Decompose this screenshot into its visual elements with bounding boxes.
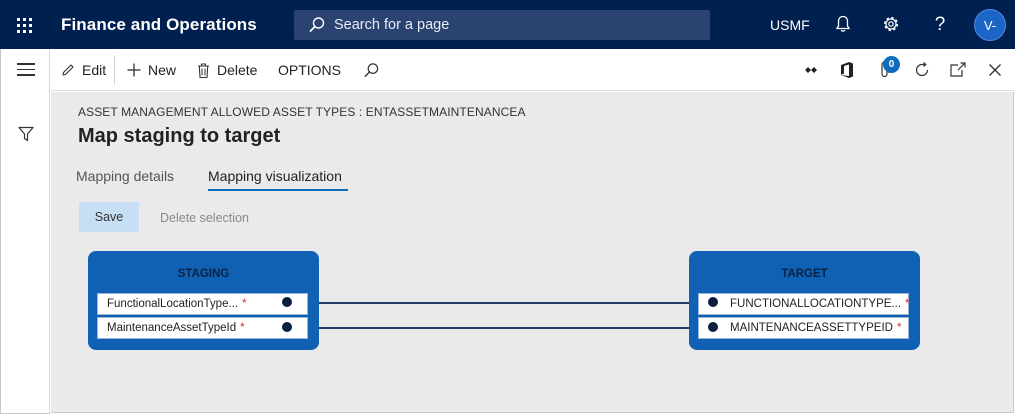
required-indicator: * bbox=[240, 322, 245, 334]
target-field-row[interactable]: FUNCTIONALLOCATIONTYPE... * bbox=[698, 293, 910, 315]
required-indicator: * bbox=[905, 298, 910, 310]
target-entity-box: TARGET FUNCTIONALLOCATIONTYPE... * MAINT… bbox=[689, 251, 920, 350]
notifications-icon[interactable] bbox=[831, 12, 855, 36]
pencil-icon bbox=[62, 64, 74, 76]
mapping-connector[interactable] bbox=[288, 327, 714, 329]
tab-mapping-details[interactable]: Mapping details bbox=[76, 168, 174, 184]
staging-field-row[interactable]: FunctionalLocationType... * bbox=[97, 293, 308, 315]
search-box[interactable] bbox=[294, 10, 710, 40]
required-indicator: * bbox=[242, 298, 247, 310]
staging-connector-dot[interactable] bbox=[282, 322, 292, 332]
new-button[interactable]: New bbox=[126, 61, 176, 79]
required-indicator: * bbox=[896, 322, 902, 334]
settings-gear-icon[interactable] bbox=[879, 12, 903, 36]
attachments-count-badge: 0 bbox=[883, 56, 900, 73]
user-avatar[interactable]: V- bbox=[974, 9, 1006, 41]
save-button[interactable]: Save bbox=[79, 202, 139, 232]
tab-mapping-visualization[interactable]: Mapping visualization bbox=[208, 168, 342, 184]
mapping-connector[interactable] bbox=[288, 302, 714, 304]
page-title: Map staging to target bbox=[78, 125, 281, 147]
open-in-new-window-icon[interactable] bbox=[948, 60, 968, 80]
target-field-name: MAINTENANCEASSETTYPEID bbox=[730, 322, 893, 334]
search-icon bbox=[364, 62, 379, 77]
left-navigation-rail bbox=[0, 49, 50, 414]
mapping-content: ASSET MANAGEMENT ALLOWED ASSET TYPES : E… bbox=[51, 92, 1014, 413]
close-icon[interactable] bbox=[985, 60, 1005, 80]
target-connector-dot[interactable] bbox=[708, 297, 718, 307]
hamburger-menu-icon[interactable] bbox=[17, 63, 35, 77]
plus-icon bbox=[127, 63, 141, 77]
office-icon[interactable] bbox=[837, 60, 857, 80]
staging-title: STAGING bbox=[177, 268, 230, 280]
target-connector-dot[interactable] bbox=[708, 322, 718, 332]
app-title[interactable]: Finance and Operations bbox=[61, 15, 257, 35]
staging-field-row[interactable]: MaintenanceAssetTypeId * bbox=[97, 317, 308, 339]
top-bar: Finance and Operations USMF ? V- bbox=[0, 0, 1015, 49]
action-pane: Edit New Delete OPTIONS bbox=[51, 49, 1014, 91]
entity-caption: ASSET MANAGEMENT ALLOWED ASSET TYPES : E… bbox=[78, 105, 526, 119]
trash-icon bbox=[198, 62, 209, 78]
staging-field-name: MaintenanceAssetTypeId bbox=[107, 322, 237, 334]
search-input[interactable] bbox=[334, 15, 694, 35]
delete-selection-button[interactable]: Delete selection bbox=[160, 211, 249, 225]
action-search-button[interactable] bbox=[363, 61, 386, 79]
staging-field-name: FunctionalLocationType... bbox=[107, 298, 239, 310]
staging-entity-box: STAGING FunctionalLocationType... * Main… bbox=[88, 251, 319, 350]
help-icon[interactable]: ? bbox=[928, 12, 952, 36]
filter-icon[interactable] bbox=[17, 125, 35, 143]
search-icon bbox=[309, 17, 325, 33]
target-field-name: FUNCTIONALLOCATIONTYPE... bbox=[730, 298, 902, 310]
options-button[interactable]: OPTIONS bbox=[278, 61, 341, 79]
app-launcher-icon[interactable] bbox=[8, 9, 40, 41]
staging-connector-dot[interactable] bbox=[282, 297, 292, 307]
target-field-row[interactable]: MAINTENANCEASSETTYPEID * bbox=[698, 317, 909, 339]
company-selector[interactable]: USMF bbox=[770, 17, 810, 33]
active-tab-indicator bbox=[208, 189, 348, 191]
power-apps-icon[interactable] bbox=[801, 60, 821, 80]
toolbar-divider bbox=[114, 55, 115, 85]
edit-button[interactable]: Edit bbox=[60, 61, 106, 79]
refresh-icon[interactable] bbox=[912, 60, 932, 80]
target-title: TARGET bbox=[781, 268, 828, 280]
delete-button[interactable]: Delete bbox=[196, 61, 257, 79]
